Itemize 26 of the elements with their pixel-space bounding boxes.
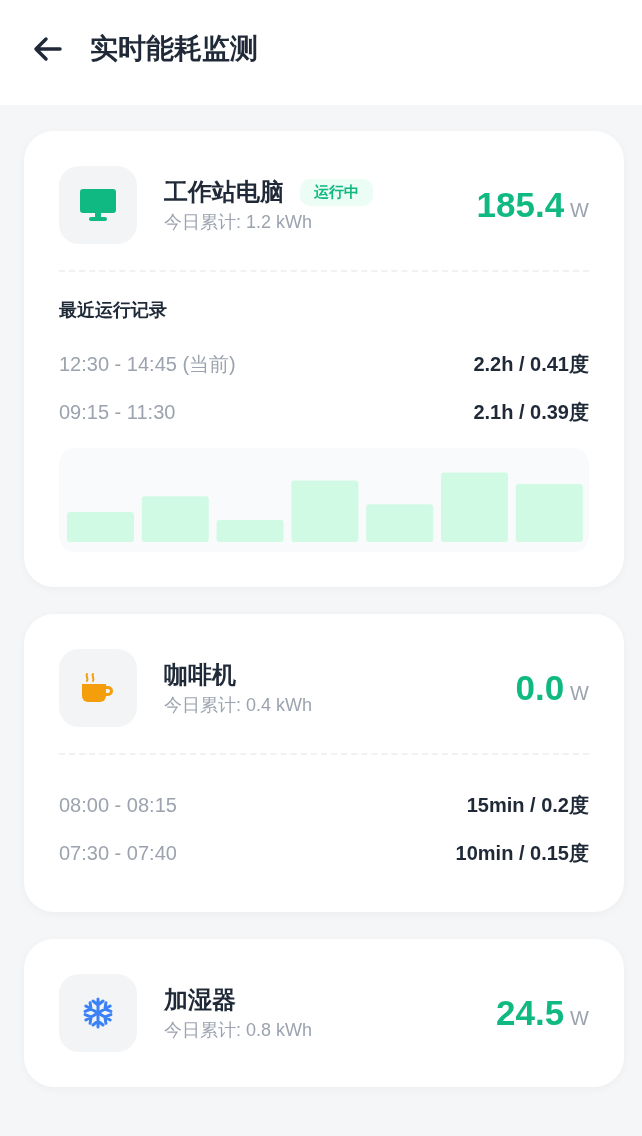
section-title: 最近运行记录 bbox=[59, 299, 168, 322]
device-name: 工作站电脑 bbox=[164, 177, 284, 207]
monitor-icon bbox=[80, 189, 116, 221]
power-unit: W bbox=[570, 1007, 589, 1030]
snowflake-icon bbox=[82, 997, 114, 1029]
record-time: 07:30 - 07:40 bbox=[59, 841, 177, 865]
device-name: 加湿器 bbox=[164, 985, 236, 1015]
record-usage: 15min / 0.2度 bbox=[466, 792, 589, 818]
record-time: 09:15 - 11:30 bbox=[59, 400, 176, 424]
record-time: 08:00 - 08:15 bbox=[59, 793, 177, 817]
status-badge: 运行中 bbox=[300, 178, 373, 206]
daily-total: 今日累计: 0.4 kWh bbox=[164, 694, 314, 717]
daily-total: 今日累计: 1.2 kWh bbox=[164, 211, 314, 234]
record-usage: 2.1h / 0.39度 bbox=[473, 399, 589, 425]
record-usage: 2.2h / 0.41度 bbox=[473, 351, 589, 377]
power-unit: W bbox=[570, 199, 589, 222]
device-name: 咖啡机 bbox=[164, 660, 236, 690]
coffee-cup-icon bbox=[81, 671, 115, 705]
power-value: 185.4 bbox=[476, 185, 565, 225]
power-value: 24.5 bbox=[496, 993, 565, 1033]
daily-total: 今日累计: 0.8 kWh bbox=[164, 1019, 314, 1042]
record-time: 12:30 - 14:45 (当前) bbox=[59, 351, 236, 377]
page-title: 实时能耗监测 bbox=[90, 31, 258, 66]
power-unit: W bbox=[570, 682, 589, 705]
record-usage: 10min / 0.15度 bbox=[455, 840, 589, 866]
power-value: 0.0 bbox=[515, 668, 565, 708]
